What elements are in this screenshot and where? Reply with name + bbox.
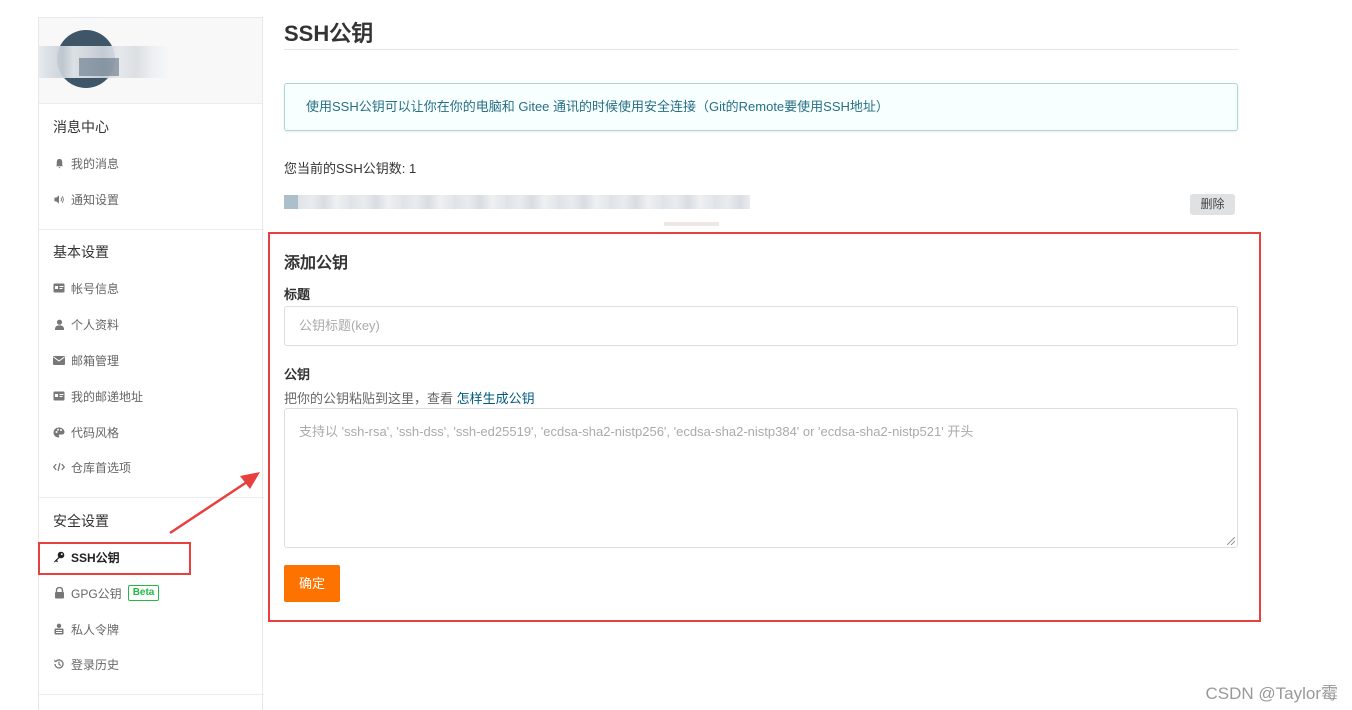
sidebar-item-code-style[interactable]: 代码风格 <box>39 419 264 445</box>
sidebar-item-label: 我的消息 <box>71 156 120 171</box>
sidebar-item-label: GPG公钥 <box>71 586 122 601</box>
sidebar-item-label: 邮箱管理 <box>71 353 120 368</box>
page-title: SSH公钥 <box>284 21 374 46</box>
token-icon <box>53 623 65 635</box>
palette-icon <box>53 426 65 438</box>
sidebar-item-email[interactable]: 邮箱管理 <box>39 347 264 373</box>
blurred-ssh-key-fragment <box>664 222 719 226</box>
title-field-label: 标题 <box>284 287 311 302</box>
volume-icon <box>53 193 65 205</box>
annotation-arrow-icon <box>169 472 260 535</box>
add-key-title: 添加公钥 <box>284 255 349 272</box>
bell-icon <box>53 157 65 169</box>
sidebar-item-label: 登录历史 <box>71 657 120 672</box>
user-icon <box>53 318 65 330</box>
code-icon <box>53 461 65 473</box>
sidebar-item-account-info[interactable]: 帐号信息 <box>39 275 264 301</box>
sidebar-item-label: 帐号信息 <box>71 281 120 296</box>
sidebar-item-profile[interactable]: 个人资料 <box>39 311 264 337</box>
resize-handle-icon[interactable] <box>1227 537 1235 545</box>
key-title-input[interactable]: 公钥标题(key) <box>284 306 1238 346</box>
sidebar-item-label: 我的邮递地址 <box>71 389 144 404</box>
beta-badge: Beta <box>127 585 160 601</box>
key-hint-text: 把你的公钥粘贴到这里，查看 <box>284 391 457 406</box>
how-to-generate-link[interactable]: 怎样生成公钥 <box>457 391 535 406</box>
sidebar-item-login-history[interactable]: 登录历史 <box>39 651 264 677</box>
section-title-messages: 消息中心 <box>53 119 109 135</box>
divider <box>39 694 264 695</box>
sidebar-item-label: 个人资料 <box>71 317 120 332</box>
key-field-label: 公钥 <box>284 367 311 382</box>
confirm-button[interactable]: 确定 <box>284 565 340 602</box>
watermark: CSDN @Taylor霉 <box>1205 684 1339 703</box>
address-card-icon <box>53 390 65 402</box>
section-title-security: 安全设置 <box>53 513 109 529</box>
sidebar-item-label: 通知设置 <box>71 192 120 207</box>
info-message: 使用SSH公钥可以让你在你的电脑和 Gitee 通讯的时候使用安全连接（Git的… <box>284 83 1238 131</box>
sidebar-item-postal-address[interactable]: 我的邮递地址 <box>39 383 264 409</box>
divider <box>284 49 1238 50</box>
profile-header <box>39 18 262 104</box>
id-card-icon <box>53 282 65 294</box>
public-key-placeholder: 支持以 'ssh-rsa', 'ssh-dss', 'ssh-ed25519',… <box>299 424 974 439</box>
public-key-textarea[interactable]: 支持以 'ssh-rsa', 'ssh-dss', 'ssh-ed25519',… <box>284 408 1238 548</box>
divider <box>39 229 264 230</box>
sidebar-item-my-messages[interactable]: 我的消息 <box>39 150 264 176</box>
section-title-basic: 基本设置 <box>53 244 109 260</box>
sidebar-item-gpg-keys[interactable]: GPG公钥 Beta <box>39 580 264 606</box>
sidebar-item-label: 私人令牌 <box>71 622 120 637</box>
sidebar-item-label: 代码风格 <box>71 425 120 440</box>
sidebar-item-notification-settings[interactable]: 通知设置 <box>39 186 264 212</box>
lock-icon <box>53 587 65 599</box>
sidebar-item-private-tokens[interactable]: 私人令牌 <box>39 616 264 642</box>
ssh-key-count: 您当前的SSH公钥数: 1 <box>284 161 417 176</box>
mail-icon <box>53 354 65 366</box>
settings-sidebar: 消息中心 我的消息 通知设置 基本设置 帐号信息 个人资料 邮箱管理 我的邮递地… <box>38 17 264 710</box>
annotation-highlight-ssh <box>38 542 191 575</box>
delete-key-button[interactable]: 删除 <box>1190 194 1235 215</box>
blurred-ssh-key <box>284 195 750 209</box>
blurred-username-overlay <box>79 58 119 76</box>
sidebar-item-label: 仓库首选项 <box>71 460 132 475</box>
history-icon <box>53 658 65 670</box>
key-hint: 把你的公钥粘贴到这里，查看 怎样生成公钥 <box>284 388 535 407</box>
